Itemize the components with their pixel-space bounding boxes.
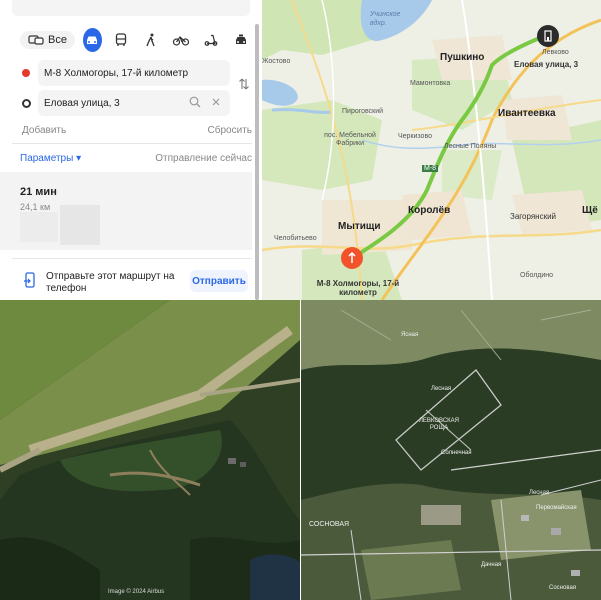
search-icon[interactable]	[189, 96, 201, 108]
map-label-oboldino: Оболдино	[520, 272, 554, 279]
taxi-icon	[235, 34, 246, 44]
mode-all-button[interactable]: Все	[20, 31, 75, 49]
map-label-korolev: Королёв	[408, 205, 451, 216]
street-label-lesnaya: Лесная	[431, 386, 452, 392]
scrollbar[interactable]	[255, 24, 259, 300]
map-label-shche: Щё	[582, 205, 598, 216]
bus-icon	[115, 33, 127, 46]
map-label-zagoryansky: Загорянский	[510, 212, 557, 221]
swap-icon[interactable]	[238, 77, 250, 91]
satellite-canvas-left	[0, 300, 300, 600]
origin-dot	[22, 69, 30, 77]
street-label-dachnaya: Дачная	[481, 562, 502, 568]
destination-pin[interactable]	[537, 25, 559, 47]
map-label-mytishchi: Мытищи	[338, 221, 381, 232]
car-icon	[87, 36, 98, 44]
mode-walk-button[interactable]	[140, 28, 162, 52]
building-icon	[544, 30, 552, 42]
origin-marker-icon	[348, 252, 356, 263]
parameters-dropdown[interactable]: Параметры ▾	[20, 153, 81, 164]
destination-dot	[22, 99, 31, 108]
clear-icon[interactable]	[212, 98, 220, 106]
map-label-pirogovsky: Пироговский	[342, 108, 384, 115]
departure-time[interactable]: Отправление сейчас	[155, 153, 252, 164]
mode-bus-button[interactable]	[110, 28, 132, 52]
area-label-levkovskaya: ЛЕВКОВСКАЯ РОЩА	[418, 418, 459, 431]
map-label-mamontovka: Мамонтовка	[410, 80, 451, 87]
map-label-levkovo: Левково	[542, 49, 569, 56]
send-to-phone-icon	[24, 272, 35, 288]
send-route-button[interactable]: Отправить	[190, 270, 248, 292]
car-bus-icon	[28, 35, 44, 45]
map-label-destination: Еловая улица, 3	[514, 60, 579, 69]
map-label-uchinskoe: Учинское вдхр.	[370, 11, 401, 27]
route-map[interactable]: Учинское вдхр. Пушкино Левково Еловая ул…	[262, 0, 601, 300]
highway-shield-m8: М-8	[422, 165, 439, 172]
street-label-yasnaya: Ясная	[401, 332, 419, 338]
separator	[12, 143, 252, 144]
separator	[12, 258, 252, 259]
bicycle-icon	[172, 36, 189, 46]
mode-bicycle-button[interactable]	[170, 28, 192, 52]
previous-field-stub	[12, 0, 250, 16]
satellite-image-left: Image © 2024 Airbus	[0, 300, 300, 600]
loading-placeholder	[60, 205, 100, 245]
street-label-lesnaya-2: Лесная	[529, 490, 550, 496]
mode-all-label: Все	[48, 34, 67, 46]
street-label-sosnovaya: Сосновая	[549, 585, 577, 591]
loading-placeholder	[20, 212, 58, 242]
scooter-icon	[204, 34, 218, 46]
add-point-link[interactable]: Добавить	[22, 125, 66, 136]
map-label-cherkizovo: Черкизово	[398, 133, 432, 140]
map-label-lesnye: Лесные Поляны	[444, 143, 497, 150]
map-label-zhostovo: Жостово	[262, 58, 291, 65]
destination-field[interactable]: Еловая улица, 3	[38, 90, 230, 116]
reset-link[interactable]: Сбросить	[208, 125, 252, 136]
origin-pin[interactable]	[341, 247, 363, 269]
map-label-mebelnoy: пос. Мебельной Фабрики	[324, 132, 376, 147]
origin-field-value: М-8 Холмогоры, 17-й километр	[44, 67, 188, 79]
street-label-pervomayskaya: Первомайская	[536, 505, 577, 511]
walk-icon	[146, 33, 155, 47]
send-route-text: Отправьте этот маршрут на телефон	[46, 271, 175, 294]
map-label-pushkino: Пушкино	[440, 52, 485, 63]
street-label-solnechnaya: Солнечная	[441, 450, 472, 456]
map-label-origin: М-8 Холмогоры, 17-й километр	[316, 279, 400, 297]
area-label-sosnovaya: СОСНОВАЯ	[309, 521, 350, 528]
mode-taxi-button[interactable]	[230, 28, 252, 52]
imagery-copyright: Image © 2024 Airbus	[108, 589, 165, 595]
route-time: 21 мин	[20, 186, 57, 198]
mode-car-button[interactable]	[82, 28, 102, 52]
map-label-chelobitevo: Челобитьево	[274, 235, 317, 242]
transport-mode-row: Все	[20, 28, 252, 52]
mode-scooter-button[interactable]	[200, 28, 222, 52]
route-distance: 24,1 км	[20, 202, 51, 212]
satellite-image-right: Ясная Лесная ЛЕВКОВСКАЯ РОЩА Солнечная Л…	[301, 300, 601, 600]
route-panel: Все М-8 Холмогоры, 17-й километр Еловая …	[0, 0, 262, 300]
map-label-ivanteevka: Ивантеевка	[498, 108, 556, 119]
origin-field[interactable]: М-8 Холмогоры, 17-й километр	[38, 60, 230, 86]
destination-field-value: Еловая улица, 3	[44, 97, 120, 109]
